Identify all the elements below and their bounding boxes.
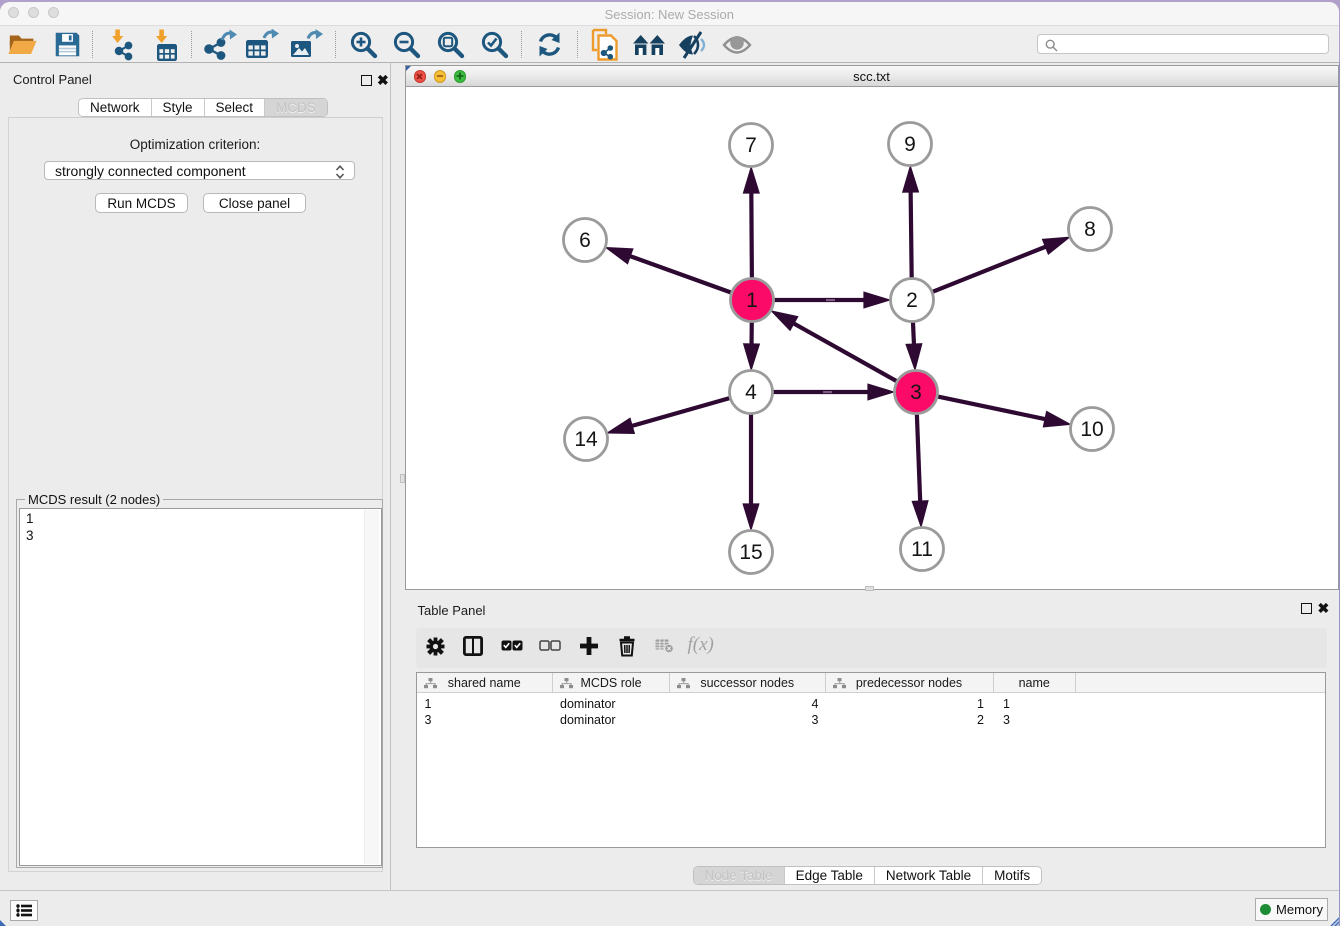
svg-text:15: 15 [739, 541, 762, 564]
svg-text:9: 9 [904, 133, 916, 156]
svg-text:3: 3 [910, 381, 922, 404]
svg-text:14: 14 [574, 428, 598, 451]
svg-text:7: 7 [745, 134, 757, 157]
svg-text:1: 1 [746, 289, 758, 312]
svg-text:8: 8 [1084, 218, 1096, 241]
svg-text:10: 10 [1080, 418, 1103, 441]
svg-text:11: 11 [911, 538, 933, 561]
svg-text:6: 6 [579, 229, 591, 252]
svg-text:4: 4 [745, 381, 757, 404]
svg-text:2: 2 [906, 289, 918, 312]
